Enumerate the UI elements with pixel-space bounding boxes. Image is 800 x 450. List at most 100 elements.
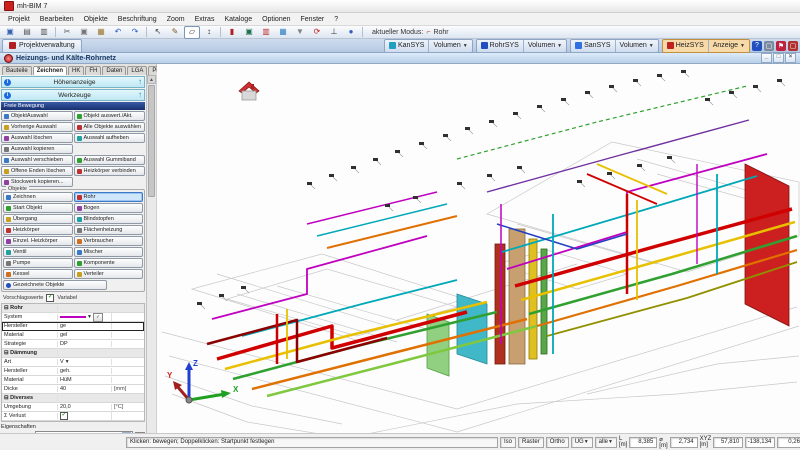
close-icon[interactable]: × xyxy=(785,53,796,63)
group-expander[interactable]: ⊟ Rohr xyxy=(2,305,58,311)
gezeichnete-objekte-button[interactable]: Gezeichnete Objekte xyxy=(3,280,107,290)
redo-icon[interactable]: ↷ xyxy=(127,26,143,39)
group-expander[interactable]: ⊟ Diverses xyxy=(2,395,58,401)
module-kansys[interactable]: KanSYS Volumen ▼ xyxy=(384,38,473,53)
property-row-art[interactable]: Art V ▼ xyxy=(2,358,144,367)
property-row-system[interactable]: System ▼ ✓ xyxy=(2,312,144,322)
object-button-mischer[interactable]: Mischer xyxy=(73,247,143,257)
tab-lga[interactable]: LGA xyxy=(127,66,148,75)
screen-icon[interactable]: ▣ xyxy=(241,26,257,39)
module-option-select[interactable]: Volumen ▼ xyxy=(429,40,471,52)
property-value[interactable]: 40 xyxy=(58,386,112,392)
help-icon[interactable]: ? xyxy=(752,40,762,51)
property-row-umgebung[interactable]: Umgebung 20,0 [°C] xyxy=(2,403,144,412)
tab-bauteile[interactable]: Bauteile xyxy=(2,66,32,75)
menu-item-extras[interactable]: Extras xyxy=(190,15,220,24)
menu-item-bearbeiten[interactable]: Bearbeiten xyxy=(35,15,79,24)
property-group-diverses[interactable]: ⊟ Diverses xyxy=(2,394,144,403)
ruler-icon[interactable]: ⊥ xyxy=(326,26,342,39)
restore-icon[interactable]: □ xyxy=(773,53,784,63)
object-button-verbraucher[interactable]: Verbraucher xyxy=(73,236,143,246)
property-value[interactable]: HüM xyxy=(58,377,112,383)
property-row-strategie[interactable]: Strategie DP xyxy=(2,340,144,349)
system-picker-button[interactable]: ✓ xyxy=(92,312,103,322)
property-row-material[interactable]: Material HüM xyxy=(2,376,144,385)
menu-item-objekte[interactable]: Objekte xyxy=(79,15,113,24)
select-alle[interactable]: alle ▼ xyxy=(594,436,617,448)
tool-button[interactable]: Heizkörper verbinden xyxy=(73,166,145,176)
paste-icon[interactable]: ▦ xyxy=(93,26,109,39)
module-heizsys[interactable]: HeizSYS Anzeige ▼ xyxy=(661,38,750,53)
scrollbar-thumb[interactable] xyxy=(148,85,155,197)
object-button-zeichnen[interactable]: Zeichnen xyxy=(3,192,73,202)
tool-button[interactable]: ObjektAuswahl xyxy=(1,111,73,121)
draw-toggle-icon[interactable]: ▱ xyxy=(184,25,200,39)
book-icon[interactable]: ▮ xyxy=(224,26,240,39)
property-value[interactable]: geh. xyxy=(58,368,112,374)
object-button-kessel[interactable]: Kessel xyxy=(3,269,73,279)
menu-item-optionen[interactable]: Optionen xyxy=(257,15,295,24)
toggle-iso[interactable]: Iso xyxy=(500,436,517,448)
menu-item-?[interactable]: ? xyxy=(329,15,343,24)
group-expander[interactable]: ⊟ Dämmung xyxy=(2,350,58,356)
property-row-hersteller[interactable]: Hersteller geh. xyxy=(2,367,144,376)
undo-icon[interactable]: ↶ xyxy=(110,26,126,39)
tab-zeichnen[interactable]: Zeichnen xyxy=(32,66,68,75)
palette-icon[interactable]: ▦ xyxy=(275,26,291,39)
globe-icon[interactable]: ● xyxy=(343,26,359,39)
tab-projektverwaltung[interactable]: Projektverwaltung xyxy=(2,38,82,53)
property-value[interactable]: DP xyxy=(58,341,112,347)
variabel-checkbox[interactable]: ✓ xyxy=(46,294,55,302)
module-rohrsys[interactable]: RohrSYS Volumen ▼ xyxy=(475,38,568,53)
scroll-up-icon[interactable]: ▲ xyxy=(147,75,156,84)
property-row-dicke[interactable]: Dicke 40 [mm] xyxy=(2,385,144,394)
property-value[interactable]: V ▼ xyxy=(58,359,112,365)
tool-button[interactable]: Auswahl löschen xyxy=(1,133,73,143)
menu-item-projekt[interactable]: Projekt xyxy=(3,15,35,24)
toggle-raster[interactable]: Raster xyxy=(518,436,544,448)
object-button-einzelheizkörper[interactable]: Einzel. Heizkörper xyxy=(3,236,73,246)
save-icon[interactable]: ▣ xyxy=(2,26,18,39)
object-button-bogen[interactable]: Bogen xyxy=(73,203,143,213)
tool-button[interactable]: Auswahl kopieren xyxy=(1,144,73,154)
tool-button[interactable]: Auswahl verschieben xyxy=(1,155,73,165)
werkzeuge-header[interactable]: i Werkzeuge ↑ xyxy=(1,89,145,101)
drawing-canvas[interactable]: Z X Y xyxy=(157,64,800,433)
object-button-übergang[interactable]: Übergang xyxy=(3,214,73,224)
filter-icon[interactable]: ▼ xyxy=(292,26,308,39)
property-value[interactable]: gel xyxy=(58,332,112,338)
module-sansys[interactable]: SanSYS Volumen ▼ xyxy=(570,38,659,53)
sort-icon[interactable]: ↕ xyxy=(201,26,217,39)
tab-fh[interactable]: FH xyxy=(85,66,102,75)
flag-icon[interactable]: ⚑ xyxy=(776,40,786,51)
refresh-red-icon[interactable]: ⟳ xyxy=(309,26,325,39)
object-button-pumpe[interactable]: Pumpe xyxy=(3,258,73,268)
export-icon[interactable]: ▥ xyxy=(36,26,52,39)
tool-button[interactable]: Vorherige Auswahl xyxy=(1,122,73,132)
pointer-icon[interactable]: ↖ xyxy=(150,26,166,39)
menu-item-kataloge[interactable]: Kataloge xyxy=(219,15,257,24)
property-value[interactable]: ▼ ✓ xyxy=(58,312,112,322)
module-option-select[interactable]: Anzeige ▼ xyxy=(709,40,749,52)
tool-button[interactable]: Offene Enden löschen xyxy=(1,166,73,176)
columns-red-icon[interactable]: ▥ xyxy=(258,26,274,39)
menu-item-beschriftung[interactable]: Beschriftung xyxy=(113,15,162,24)
object-button-startobjekt[interactable]: Start Objekt xyxy=(3,203,73,213)
tool-button[interactable]: Auswahl Gummiband xyxy=(73,155,145,165)
object-button-komponente[interactable]: Komponente xyxy=(73,258,143,268)
pen-icon[interactable]: ✎ xyxy=(167,26,183,39)
select-ug[interactable]: UG ▼ xyxy=(570,436,593,448)
home-view-icon[interactable] xyxy=(236,78,262,104)
property-row-hersteller[interactable]: Hersteller ge xyxy=(2,322,144,331)
toggle-ortho[interactable]: Ortho xyxy=(545,436,569,448)
menu-item-zoom[interactable]: Zoom xyxy=(162,15,190,24)
hoehenanzeige-header[interactable]: i Höhenanzeige ↑ xyxy=(1,76,145,88)
copy-icon[interactable]: ▣ xyxy=(76,26,92,39)
lock-icon[interactable]: ▢ xyxy=(788,40,798,51)
property-value[interactable]: ge xyxy=(58,323,112,329)
panel-scrollbar[interactable]: ▲ xyxy=(147,75,157,433)
collapse-up-icon[interactable]: ↑ xyxy=(138,91,142,99)
object-button-verteiler[interactable]: Verteiler xyxy=(73,269,143,279)
window-icon[interactable]: ▢ xyxy=(764,40,774,51)
minimize-icon[interactable]: _ xyxy=(761,53,772,63)
